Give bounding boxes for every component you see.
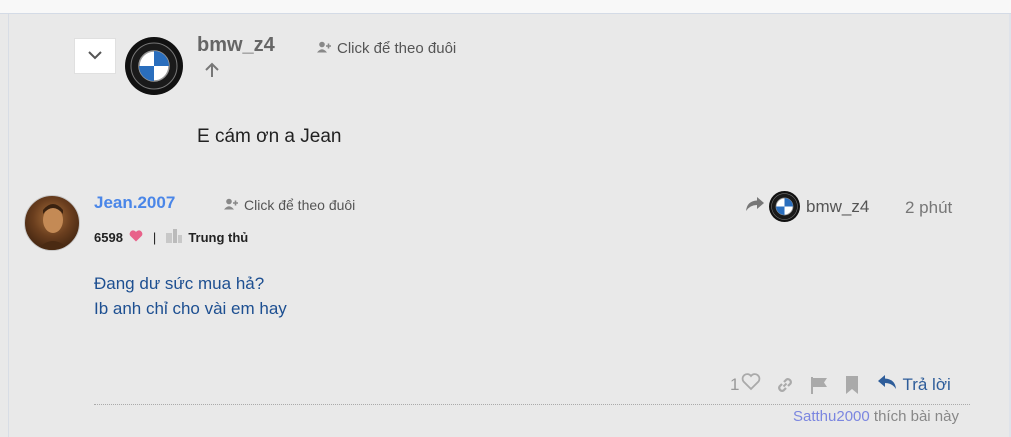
user-portrait-image <box>36 204 70 250</box>
badge-icon <box>166 229 183 246</box>
post-body-line: Đang dư sức mua hả? <box>94 274 265 293</box>
liker-username[interactable]: Satthu2000 <box>793 408 870 425</box>
heart-icon <box>129 230 143 245</box>
reply-icon <box>877 374 897 395</box>
link-icon[interactable] <box>775 375 795 395</box>
reply-label: Trả lời <box>902 374 951 394</box>
collapse-button[interactable] <box>74 38 116 74</box>
thread-indent-rule <box>8 14 9 437</box>
user-plus-icon <box>224 197 238 213</box>
post-username[interactable]: Jean.2007 <box>94 193 175 213</box>
post-body-line: Ib anh chỉ cho vài em hay <box>94 299 287 318</box>
reply-button[interactable]: Trả lời <box>877 374 951 395</box>
user-plus-icon <box>317 40 331 57</box>
chevron-down-icon <box>87 47 103 65</box>
post-actions: 1 Trả lời <box>730 373 951 396</box>
reply-to-info[interactable]: bmw_z4 <box>745 191 869 222</box>
heart-outline-icon <box>741 373 761 396</box>
avatar[interactable] <box>769 191 800 222</box>
divider <box>94 404 970 405</box>
user-badge: Trung thủ <box>188 230 249 245</box>
bmw-logo-icon <box>130 42 178 90</box>
arrow-up-icon[interactable] <box>203 61 221 84</box>
quoted-post-body: E cám ơn a Jean <box>197 126 342 147</box>
share-arrow-icon <box>745 196 765 217</box>
user-stats: 6598 | Trung thủ <box>94 229 248 246</box>
follow-button[interactable]: Click để theo đuôi <box>317 40 456 57</box>
reply-to-username[interactable]: bmw_z4 <box>806 197 869 217</box>
like-button[interactable]: 1 <box>730 373 761 396</box>
quoted-username[interactable]: bmw_z4 <box>197 34 275 57</box>
bmw-logo-icon <box>771 193 798 220</box>
avatar[interactable] <box>125 37 183 95</box>
follow-button[interactable]: Click để theo đuôi <box>224 197 355 213</box>
post-body: Đang dư sức mua hả? Ib anh chỉ cho vài e… <box>94 271 287 321</box>
follow-label: Click để theo đuôi <box>337 40 457 57</box>
post-timestamp: 2 phút <box>905 198 953 217</box>
bookmark-icon[interactable] <box>843 375 861 395</box>
liked-text: thích bài này <box>873 408 959 425</box>
flag-icon[interactable] <box>809 375 829 395</box>
separator: | <box>152 230 157 245</box>
likers-summary: Satthu2000 thích bài này <box>793 408 959 425</box>
like-counter: 1 <box>730 374 740 394</box>
like-count: 6598 <box>94 230 123 245</box>
avatar[interactable] <box>24 195 80 251</box>
follow-label: Click để theo đuôi <box>244 197 356 213</box>
top-bar <box>0 0 1011 14</box>
